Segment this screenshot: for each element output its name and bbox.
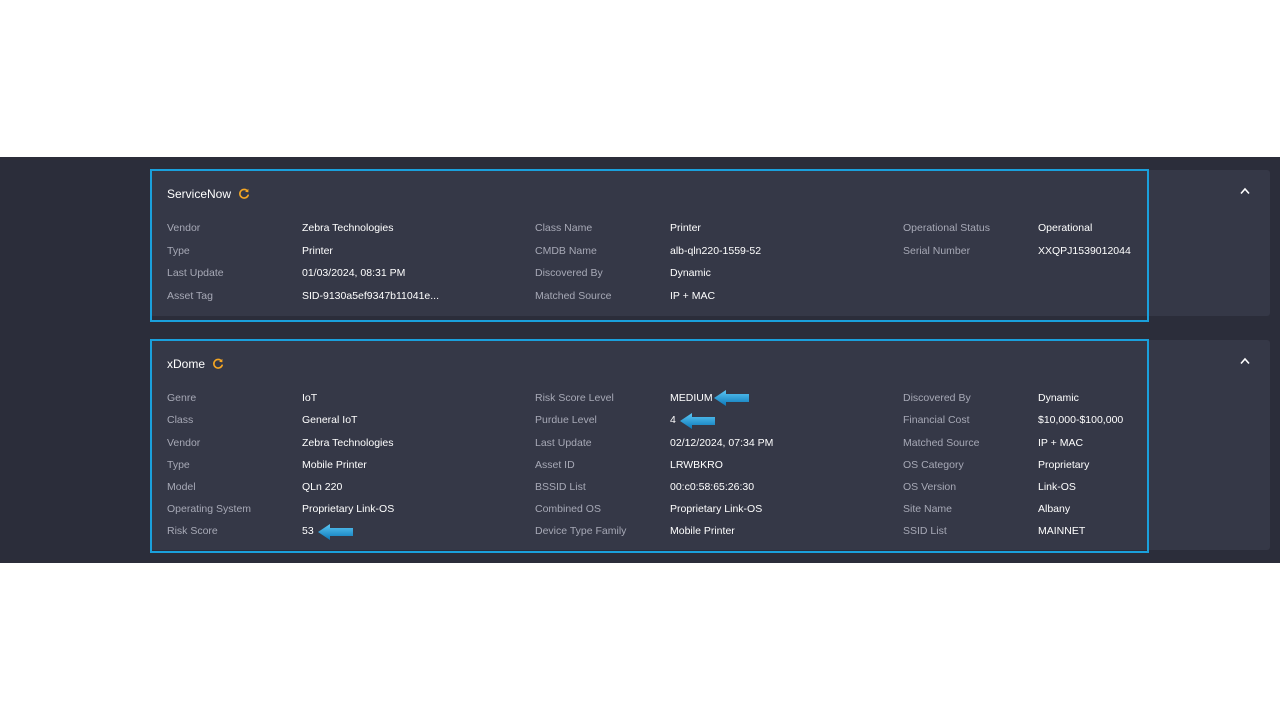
arrow-left-icon <box>680 413 715 429</box>
chevron-up-icon[interactable] <box>1240 357 1250 365</box>
xdome-highlight-box <box>150 339 1149 553</box>
chevron-up-icon[interactable] <box>1240 187 1250 195</box>
arrow-left-icon <box>318 524 353 540</box>
arrow-left-icon <box>714 390 749 406</box>
servicenow-highlight-box <box>150 169 1149 322</box>
